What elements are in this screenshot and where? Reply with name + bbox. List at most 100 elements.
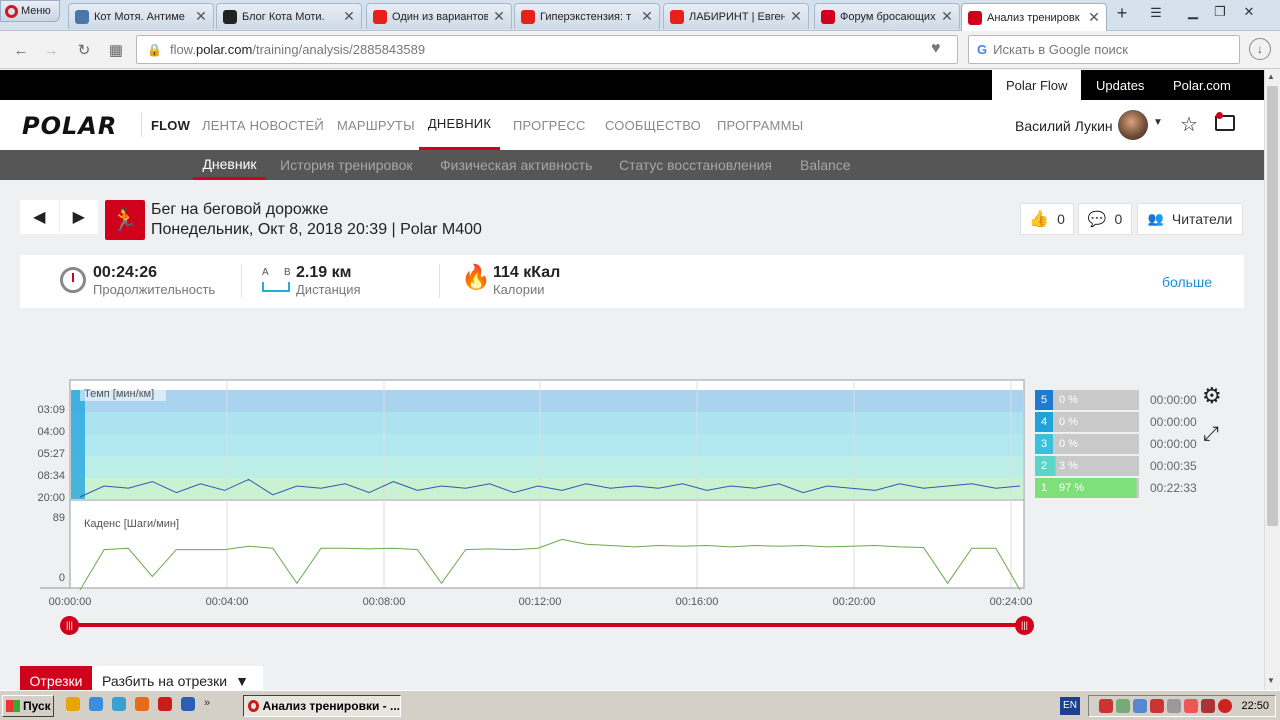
pace-y-tick: 04:00: [37, 426, 65, 438]
subnav-activity[interactable]: Физическая активность: [440, 150, 592, 180]
close-tab-icon[interactable]: ✕: [641, 8, 653, 25]
range-start-handle[interactable]: |||: [60, 616, 79, 635]
next-icon[interactable]: ▶: [60, 200, 99, 234]
browser-tab[interactable]: Блог Кота Моти. ✕: [216, 3, 362, 29]
google-icon: G: [977, 42, 988, 57]
explorer-icon[interactable]: [112, 697, 126, 711]
caret-down-icon: ▼: [235, 673, 249, 689]
tray-icon[interactable]: [1167, 699, 1182, 713]
cadence-y-tick: 0: [58, 572, 65, 584]
opera-icon[interactable]: [158, 697, 172, 711]
close-tab-icon[interactable]: ✕: [1088, 9, 1100, 26]
browser-tab[interactable]: Форум бросающих ✕: [814, 3, 960, 29]
x-tick: 00:04:00: [205, 596, 249, 608]
nav-diary[interactable]: ДНЕВНИК: [419, 100, 500, 150]
more-link[interactable]: больше: [1162, 274, 1212, 290]
tray-icon[interactable]: [1201, 699, 1216, 713]
link-polar-flow[interactable]: Polar Flow: [992, 70, 1082, 100]
minimize-button[interactable]: ▁: [1180, 2, 1206, 22]
treadmill-icon: 🏃: [105, 200, 145, 240]
readers-button[interactable]: 👥 Читатели: [1137, 203, 1243, 235]
polar-logo[interactable]: POLAR: [22, 112, 117, 140]
address-field[interactable]: 🔒 flow.polar.com/training/analysis/28858…: [136, 35, 958, 64]
browser-tab[interactable]: Один из вариантов ✕: [366, 3, 512, 29]
fullscreen-icon[interactable]: ⤢: [1203, 423, 1219, 446]
nav-programs[interactable]: ПРОГРАММЫ: [717, 100, 803, 150]
range-slider-track[interactable]: [70, 623, 1024, 627]
download-icon[interactable]: ↓: [1249, 38, 1271, 60]
range-end-handle[interactable]: |||: [1015, 616, 1034, 635]
browser-tab[interactable]: Анализ тренировк ✕: [961, 3, 1107, 31]
subnav-recovery[interactable]: Статус восстановления: [619, 150, 772, 180]
subnav-balance[interactable]: Balance: [800, 150, 851, 180]
page-scrollbar[interactable]: ▲ ▼: [1264, 70, 1280, 690]
duration-label: Продолжительность: [93, 282, 216, 297]
zone-number: 2: [1035, 456, 1053, 476]
firefox-icon[interactable]: [135, 697, 149, 711]
quicklaunch-icon[interactable]: [66, 697, 80, 711]
tab-menu-icon[interactable]: ☰: [1145, 5, 1167, 25]
pace-zone-1: [71, 478, 1023, 499]
segments-tab[interactable]: Отрезки: [20, 666, 92, 690]
subnav-diary[interactable]: Дневник: [193, 150, 266, 180]
close-tab-icon[interactable]: ✕: [790, 8, 802, 25]
zone-percent: 3 %: [1053, 456, 1139, 476]
bookmark-heart-icon[interactable]: ♥: [931, 40, 941, 58]
zone-percent: 0 %: [1053, 412, 1139, 432]
logo-divider: [141, 113, 142, 137]
link-polar-com[interactable]: Polar.com: [1159, 70, 1245, 100]
opera-icon[interactable]: [1218, 699, 1233, 713]
avatar[interactable]: [1118, 110, 1148, 140]
nav-progress[interactable]: ПРОГРЕСС: [513, 100, 586, 150]
maximize-button[interactable]: ❐: [1207, 2, 1233, 22]
close-tab-icon[interactable]: ✕: [941, 8, 953, 25]
forward-icon[interactable]: →: [40, 40, 62, 60]
taskbar-window-button[interactable]: Анализ тренировки - ...: [243, 695, 401, 717]
close-tab-icon[interactable]: ✕: [493, 8, 505, 25]
star-icon[interactable]: ☆: [1180, 112, 1198, 137]
chevron-down-icon[interactable]: ▼: [1153, 117, 1163, 128]
browser-tab[interactable]: Гиперэкстензия: т ✕: [514, 3, 660, 29]
user-name[interactable]: Василий Лукин: [1015, 118, 1113, 134]
expand-chevron-icon[interactable]: »: [204, 697, 210, 715]
shield-icon[interactable]: [1150, 699, 1165, 713]
close-tab-icon[interactable]: ✕: [195, 8, 207, 25]
reload-icon[interactable]: ↻: [73, 40, 95, 60]
nav-news[interactable]: ЛЕНТА НОВОСТЕЙ: [202, 100, 324, 150]
save-icon[interactable]: [181, 697, 195, 711]
start-button[interactable]: Пуск: [2, 695, 54, 717]
comment-button[interactable]: 💬 0: [1078, 203, 1132, 235]
distance-b-label: B: [284, 267, 291, 278]
browser-tab[interactable]: Кот Мотя. Антиме ✕: [68, 3, 214, 29]
close-window-button[interactable]: ✕: [1236, 2, 1262, 22]
opera-menu-button[interactable]: Меню: [0, 0, 60, 22]
close-tab-icon[interactable]: ✕: [343, 8, 355, 25]
link-updates[interactable]: Updates: [1082, 70, 1158, 100]
settings-gear-icon[interactable]: ⚙: [1202, 383, 1222, 409]
tray-icon[interactable]: [1184, 699, 1199, 713]
zone-time: 00:00:00: [1150, 393, 1197, 407]
search-field[interactable]: G Искать в Google поиск: [968, 35, 1240, 64]
speed-dial-icon[interactable]: ▦: [105, 40, 127, 60]
pace-title: Темп [мин/км]: [84, 388, 154, 400]
like-button[interactable]: 👍 0: [1020, 203, 1074, 235]
training-chart[interactable]: Темп [мин/км] Каденс [Шаги/мин]: [0, 370, 1040, 615]
subnav-history[interactable]: История тренировок: [280, 150, 412, 180]
chrome-icon[interactable]: [89, 697, 103, 711]
tray-icon[interactable]: [1099, 699, 1114, 713]
tray-icon[interactable]: [1116, 699, 1131, 713]
previous-icon[interactable]: ◀: [20, 200, 60, 234]
nav-routes[interactable]: МАРШРУТЫ: [337, 100, 415, 150]
nav-community[interactable]: СООБЩЕСТВО: [605, 100, 701, 150]
new-tab-button[interactable]: +: [1110, 3, 1134, 25]
browser-tab[interactable]: ЛАБИРИНТ | Евген ✕: [663, 3, 809, 29]
tray-icon[interactable]: [1133, 699, 1148, 713]
language-indicator[interactable]: EN: [1060, 697, 1080, 715]
ruler-icon: [262, 282, 290, 292]
system-tray: 22:50: [1088, 695, 1276, 717]
back-icon[interactable]: ←: [10, 40, 32, 60]
split-segments-dropdown[interactable]: Разбить на отрезки ▼: [92, 666, 263, 690]
zone-1-bar: 1 97 %: [1035, 478, 1139, 498]
vk-icon: [75, 9, 89, 24]
scrollbar-thumb[interactable]: [1267, 86, 1278, 526]
